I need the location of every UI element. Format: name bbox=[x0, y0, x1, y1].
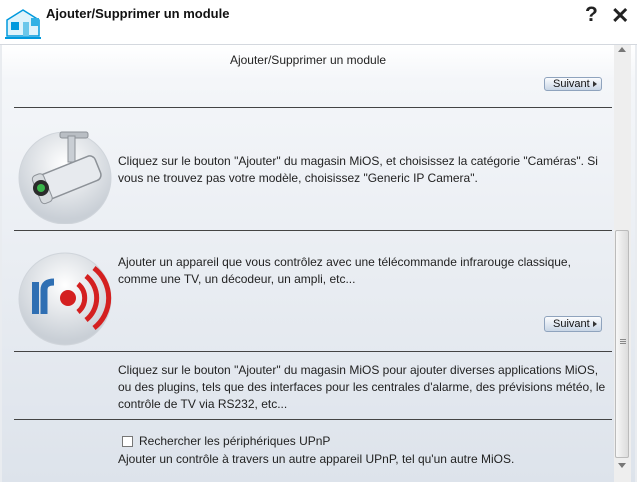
infrared-icon bbox=[18, 252, 112, 346]
camera-icon bbox=[18, 131, 112, 224]
vertical-scrollbar[interactable] bbox=[614, 45, 631, 482]
house-devices-icon bbox=[5, 9, 41, 39]
upnp-description: Ajouter un contrôle à travers un autre a… bbox=[118, 452, 515, 466]
separator bbox=[14, 230, 612, 231]
separator bbox=[14, 419, 612, 420]
upnp-checkbox-label: Rechercher les périphériques UPnP bbox=[139, 434, 331, 448]
scrollbar-thumb[interactable] bbox=[615, 230, 629, 458]
grip-icon bbox=[620, 339, 626, 340]
chevron-right-icon bbox=[592, 321, 597, 327]
help-button[interactable]: ? bbox=[585, 3, 598, 27]
separator bbox=[14, 351, 612, 352]
next-button-top[interactable]: Suivant bbox=[544, 77, 602, 91]
camera-description: Cliquez sur le bouton "Ajouter" du magas… bbox=[118, 154, 598, 185]
plugins-description: Cliquez sur le bouton "Ajouter" du magas… bbox=[118, 363, 606, 411]
window-title: Ajouter/Supprimer un module bbox=[46, 6, 230, 21]
module-panel: Ajouter/Supprimer un module Suivant Cliq… bbox=[2, 45, 635, 482]
upnp-option[interactable]: Rechercher les périphériques UPnP bbox=[122, 434, 330, 448]
chevron-right-icon bbox=[592, 81, 597, 87]
title-bar: Ajouter/Supprimer un module ? ✕ bbox=[0, 0, 637, 45]
upnp-checkbox[interactable] bbox=[122, 435, 133, 447]
close-button[interactable]: ✕ bbox=[611, 3, 629, 29]
infrared-description: Ajouter un appareil que vous contrôlez a… bbox=[118, 255, 571, 286]
scroll-up-arrow-icon[interactable] bbox=[618, 47, 626, 52]
next-button-infrared[interactable]: Suivant bbox=[544, 316, 602, 332]
next-button-label: Suivant bbox=[553, 318, 590, 330]
scroll-down-arrow-icon[interactable] bbox=[618, 463, 626, 468]
next-button-label: Suivant bbox=[553, 78, 590, 90]
separator bbox=[14, 107, 612, 108]
panel-subtitle: Ajouter/Supprimer un module bbox=[229, 53, 387, 67]
